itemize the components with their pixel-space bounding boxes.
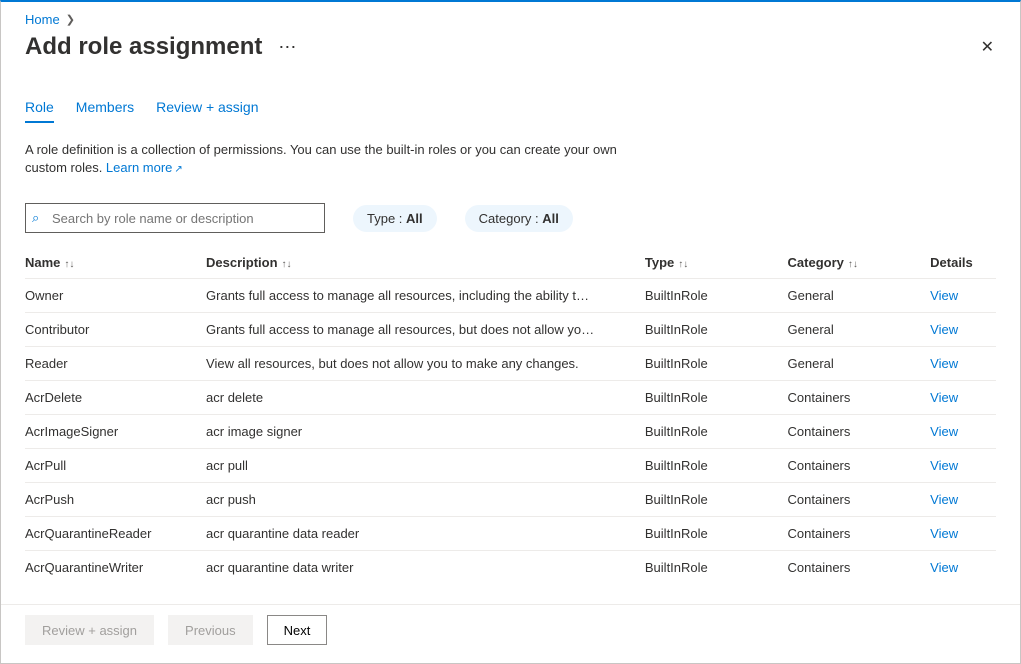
category-filter[interactable]: Category : All <box>465 205 573 232</box>
close-icon: ✕ <box>981 39 994 56</box>
role-description: Grants full access to manage all resourc… <box>206 322 596 337</box>
role-description: acr quarantine data writer <box>206 560 596 575</box>
view-link[interactable]: View <box>930 322 958 337</box>
table-row[interactable]: AcrQuarantineWriteracr quarantine data w… <box>25 551 996 585</box>
content-area: Role Members Review + assign A role defi… <box>1 71 1020 604</box>
view-link[interactable]: View <box>930 458 958 473</box>
col-header-type[interactable]: Type↑↓ <box>645 247 788 279</box>
role-category: General <box>788 313 931 347</box>
sort-icon: ↑↓ <box>282 259 292 270</box>
role-category: Containers <box>788 517 931 551</box>
search-icon: ⌕ <box>32 210 39 226</box>
type-filter-label: Type : <box>367 211 406 226</box>
breadcrumb-home[interactable]: Home <box>25 12 60 27</box>
page-title: Add role assignment <box>25 33 262 61</box>
role-type: BuiltInRole <box>645 551 788 585</box>
role-category: Containers <box>788 483 931 517</box>
view-link[interactable]: View <box>930 526 958 541</box>
breadcrumb: Home ❯ <box>1 2 1020 29</box>
role-category: General <box>788 279 931 313</box>
role-description: acr image signer <box>206 424 596 439</box>
learn-more-link[interactable]: Learn more↗ <box>106 160 183 175</box>
role-description: acr pull <box>206 458 596 473</box>
role-category: Containers <box>788 381 931 415</box>
type-filter-value: All <box>406 211 423 226</box>
role-name: AcrImageSigner <box>25 415 206 449</box>
col-header-category[interactable]: Category↑↓ <box>788 247 931 279</box>
sort-icon: ↑↓ <box>848 259 858 270</box>
table-row[interactable]: AcrPullacr pull BuiltInRoleContainersView <box>25 449 996 483</box>
role-category: Containers <box>788 449 931 483</box>
table-row[interactable]: AcrImageSigneracr image signer BuiltInRol… <box>25 415 996 449</box>
table-row[interactable]: AcrDeleteacr delete BuiltInRoleContainers… <box>25 381 996 415</box>
view-link[interactable]: View <box>930 356 958 371</box>
role-name: AcrPull <box>25 449 206 483</box>
role-name: AcrQuarantineWriter <box>25 551 206 585</box>
role-description: View all resources, but does not allow y… <box>206 356 596 371</box>
footer-bar: Review + assign Previous Next <box>1 604 1020 663</box>
role-category: General <box>788 347 931 381</box>
tab-strip: Role Members Review + assign <box>25 99 996 123</box>
view-link[interactable]: View <box>930 288 958 303</box>
category-filter-label: Category : <box>479 211 543 226</box>
table-row[interactable]: AcrPushacr push BuiltInRoleContainersView <box>25 483 996 517</box>
col-header-description[interactable]: Description↑↓ <box>206 247 645 279</box>
role-name: AcrPush <box>25 483 206 517</box>
table-row[interactable]: AcrQuarantineReaderacr quarantine data r… <box>25 517 996 551</box>
role-name: Reader <box>25 347 206 381</box>
view-link[interactable]: View <box>930 560 958 575</box>
role-description: acr push <box>206 492 596 507</box>
table-row[interactable]: ContributorGrants full access to manage … <box>25 313 996 347</box>
role-type: BuiltInRole <box>645 415 788 449</box>
tab-members[interactable]: Members <box>76 99 134 123</box>
role-name: AcrDelete <box>25 381 206 415</box>
sort-icon: ↑↓ <box>678 259 688 270</box>
filter-row: ⌕ Type : All Category : All <box>25 203 996 233</box>
page-title-row: Add role assignment ⋯ <box>25 33 296 61</box>
col-header-details: Details <box>930 247 996 279</box>
view-link[interactable]: View <box>930 492 958 507</box>
table-row[interactable]: OwnerGrants full access to manage all re… <box>25 279 996 313</box>
description-text: A role definition is a collection of per… <box>25 141 645 179</box>
view-link[interactable]: View <box>930 424 958 439</box>
role-name: Contributor <box>25 313 206 347</box>
review-assign-button[interactable]: Review + assign <box>25 615 154 645</box>
category-filter-value: All <box>542 211 559 226</box>
role-type: BuiltInRole <box>645 381 788 415</box>
sort-icon: ↑↓ <box>64 259 74 270</box>
next-button[interactable]: Next <box>267 615 328 645</box>
role-type: BuiltInRole <box>645 483 788 517</box>
role-description: acr quarantine data reader <box>206 526 596 541</box>
col-header-name[interactable]: Name↑↓ <box>25 247 206 279</box>
tab-review[interactable]: Review + assign <box>156 99 258 123</box>
more-actions-button[interactable]: ⋯ <box>278 38 296 56</box>
role-description: Grants full access to manage all resourc… <box>206 288 596 303</box>
view-link[interactable]: View <box>930 390 958 405</box>
external-link-icon: ↗ <box>174 164 182 175</box>
tab-role[interactable]: Role <box>25 99 54 123</box>
type-filter[interactable]: Type : All <box>353 205 437 232</box>
role-name: AcrQuarantineReader <box>25 517 206 551</box>
previous-button[interactable]: Previous <box>168 615 253 645</box>
table-row[interactable]: ReaderView all resources, but does not a… <box>25 347 996 381</box>
role-description: acr delete <box>206 390 596 405</box>
role-category: Containers <box>788 415 931 449</box>
role-name: Owner <box>25 279 206 313</box>
role-type: BuiltInRole <box>645 449 788 483</box>
roles-table: Name↑↓ Description↑↓ Type↑↓ Category↑↓ D… <box>25 247 996 584</box>
close-button[interactable]: ✕ <box>975 31 1000 63</box>
search-input[interactable] <box>25 203 325 233</box>
chevron-right-icon: ❯ <box>66 13 75 26</box>
role-type: BuiltInRole <box>645 347 788 381</box>
role-type: BuiltInRole <box>645 517 788 551</box>
role-category: Containers <box>788 551 931 585</box>
learn-more-label: Learn more <box>106 160 172 175</box>
role-type: BuiltInRole <box>645 313 788 347</box>
search-box: ⌕ <box>25 203 325 233</box>
role-type: BuiltInRole <box>645 279 788 313</box>
